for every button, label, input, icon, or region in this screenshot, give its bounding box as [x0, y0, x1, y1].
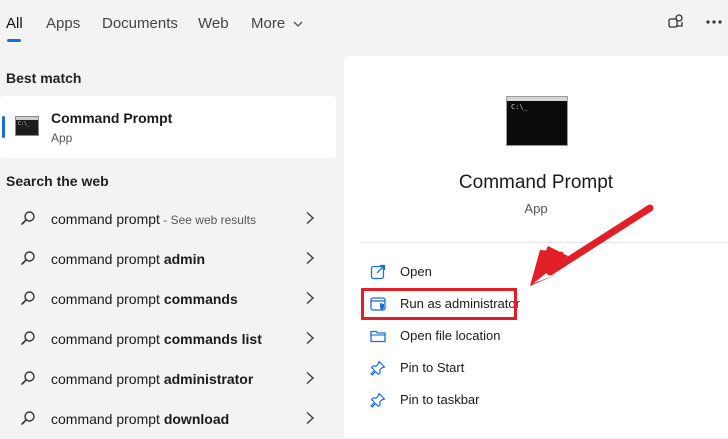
detail-title: Command Prompt	[458, 172, 614, 193]
selection-indicator	[2, 116, 5, 138]
action-pin-to-taskbar-label: Pin to taskbar	[400, 392, 480, 407]
ellipsis-icon[interactable]	[704, 12, 724, 32]
action-pin-to-start[interactable]: Pin to Start	[364, 356, 704, 380]
web-result-plain: command prompt	[51, 411, 164, 427]
annotation-arrow-icon	[530, 204, 654, 286]
web-result-text: command prompt - See web results	[51, 211, 256, 227]
tab-web[interactable]: Web	[198, 15, 229, 32]
tab-more[interactable]: More	[251, 15, 303, 32]
search-web-heading: Search the web	[6, 173, 109, 189]
command-prompt-icon	[15, 116, 39, 136]
search-icon	[21, 211, 35, 225]
web-result-plain: command prompt	[51, 251, 164, 267]
web-result-bold: commands list	[163, 331, 262, 347]
pin-icon	[370, 360, 386, 376]
chevron-right-icon[interactable]	[305, 331, 315, 345]
best-match-title: Command Prompt	[51, 110, 173, 126]
search-icon	[21, 331, 35, 345]
chevron-right-icon[interactable]	[305, 291, 315, 305]
web-result-row-1[interactable]: command prompt - See web results	[0, 199, 336, 239]
search-tabs: All Apps Documents Web More	[0, 0, 728, 46]
best-match-item[interactable]: Command Prompt App	[0, 96, 336, 158]
action-run-as-administrator[interactable]: Run as administrator	[364, 292, 704, 316]
best-match-heading: Best match	[6, 70, 82, 86]
pin-icon	[370, 392, 386, 408]
console-glyph: C:\_	[511, 103, 528, 111]
web-result-plain: command prompt	[51, 331, 164, 347]
chevron-right-icon[interactable]	[305, 211, 315, 225]
web-result-bold: download	[163, 411, 230, 427]
tab-all[interactable]: All	[6, 15, 23, 32]
search-icon	[21, 291, 35, 305]
web-result-text: command prompt commands	[51, 291, 238, 307]
chevron-right-icon[interactable]	[305, 411, 315, 425]
web-result-row-4[interactable]: command prompt commands list	[0, 319, 336, 359]
chevron-right-icon[interactable]	[305, 371, 315, 385]
command-prompt-large-icon: C:\_	[506, 96, 568, 146]
action-run-as-administrator-label: Run as administrator	[400, 296, 520, 311]
web-result-bold: administrator	[163, 371, 254, 387]
web-result-plain: command prompt	[51, 211, 160, 227]
web-result-text: command prompt administrator	[51, 371, 253, 387]
web-result-row-2[interactable]: command prompt admin	[0, 239, 336, 279]
best-match-subtitle: App	[51, 131, 73, 145]
web-result-hint: - See web results	[159, 213, 256, 227]
web-result-text: command prompt download	[51, 411, 229, 427]
search-icon	[21, 251, 35, 265]
web-result-row-3[interactable]: command prompt commands	[0, 279, 336, 319]
active-tab-indicator	[7, 39, 21, 42]
action-open-file-location-label: Open file location	[400, 328, 501, 343]
web-result-text: command prompt commands list	[51, 331, 262, 347]
chevron-right-icon[interactable]	[305, 251, 315, 265]
tab-documents[interactable]: Documents	[102, 15, 178, 32]
action-pin-to-start-label: Pin to Start	[400, 360, 465, 375]
search-icon	[21, 411, 35, 425]
action-pin-to-taskbar[interactable]: Pin to taskbar	[364, 388, 704, 412]
folder-icon	[370, 330, 386, 343]
open-external-icon	[370, 264, 386, 280]
search-icon	[21, 371, 35, 385]
tab-more-label: More	[251, 15, 286, 32]
web-result-bold: admin	[163, 251, 206, 267]
web-result-row-5[interactable]: command prompt administrator	[0, 359, 336, 399]
chevron-down-icon	[293, 21, 303, 27]
share-switch-icon[interactable]	[666, 12, 686, 32]
web-result-text: command prompt admin	[51, 251, 205, 267]
action-open-file-location[interactable]: Open file location	[364, 324, 704, 348]
web-result-plain: command prompt	[51, 371, 164, 387]
web-result-bold: commands	[163, 291, 238, 307]
shield-icon	[370, 297, 386, 311]
web-result-plain: command prompt	[51, 291, 164, 307]
web-result-row-6[interactable]: command prompt download	[0, 399, 336, 439]
tab-apps[interactable]: Apps	[46, 15, 80, 32]
action-open-label: Open	[400, 264, 432, 279]
